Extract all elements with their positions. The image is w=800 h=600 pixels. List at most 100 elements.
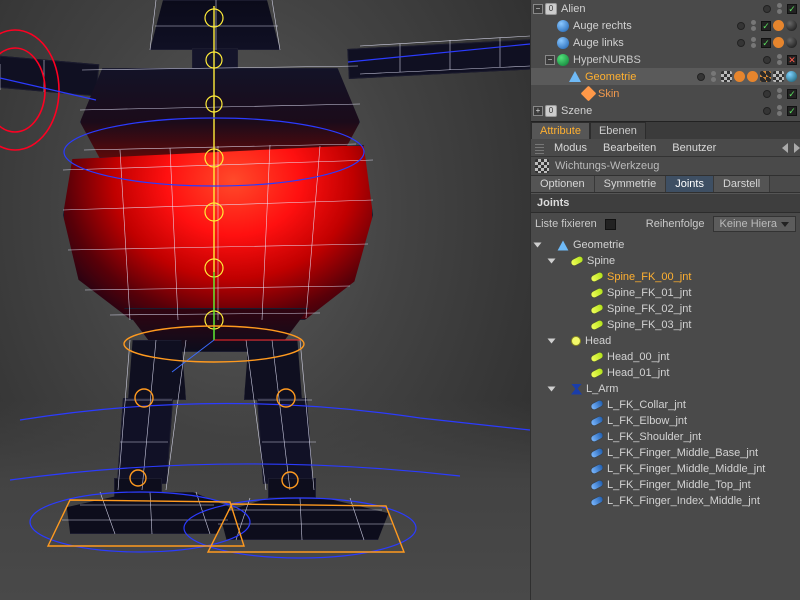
material-tag-icon[interactable] [786, 37, 797, 48]
tree-label: Head [585, 335, 611, 347]
disclosure-icon[interactable] [548, 339, 556, 344]
checkbox-liste-fixieren[interactable] [605, 219, 616, 230]
enable-checkbox[interactable]: ✓ [761, 38, 771, 48]
am-tool-header: Wichtungs-Werkzeug [531, 157, 800, 175]
layer-dot[interactable] [763, 56, 771, 64]
tree-group-larm[interactable]: L_Arm [533, 381, 800, 397]
tree-joint[interactable]: L_FK_Collar_jnt [533, 397, 800, 413]
texture-tag-icon[interactable] [760, 71, 771, 82]
object-manager[interactable]: − 0 Alien ✓ Auge rechts ✓ Auge [531, 0, 800, 121]
visibility-toggle[interactable] [773, 54, 785, 65]
menu-benutzer[interactable]: Benutzer [666, 142, 722, 154]
enable-checkbox[interactable]: ✓ [787, 106, 797, 116]
joints-options-row: Liste fixieren Reihenfolge Keine Hiera [531, 213, 800, 235]
history-forward-icon[interactable] [794, 143, 800, 153]
visibility-toggle[interactable] [747, 37, 759, 48]
tree-joint[interactable]: Spine_FK_00_jnt [533, 269, 800, 285]
disclosure-icon[interactable] [534, 243, 542, 248]
joint-icon [590, 432, 603, 443]
tag-icon[interactable] [747, 71, 758, 82]
visibility-toggle[interactable] [773, 105, 785, 116]
hypernurbs-icon [557, 54, 569, 66]
tree-joint[interactable]: Head_01_jnt [533, 365, 800, 381]
tree-group-spine[interactable]: Spine [533, 253, 800, 269]
menu-modus[interactable]: Modus [548, 142, 593, 154]
tag-icon[interactable] [773, 37, 784, 48]
om-item-alien[interactable]: − 0 Alien ✓ [531, 0, 800, 17]
tree-joint[interactable]: L_FK_Finger_Middle_Middle_jnt [533, 461, 800, 477]
subtab-darstellung[interactable]: Darstell [714, 176, 770, 192]
joint-icon [590, 496, 603, 507]
material-tag-icon[interactable] [786, 20, 797, 31]
joint-icon [590, 352, 603, 363]
tree-joint[interactable]: L_FK_Shoulder_jnt [533, 429, 800, 445]
weight-tool-icon [535, 159, 549, 173]
collapse-icon[interactable]: − [545, 55, 555, 65]
tree-label: Spine_FK_00_jnt [607, 271, 691, 283]
polygon-icon [558, 240, 569, 250]
layer-dot[interactable] [763, 90, 771, 98]
visibility-toggle[interactable] [747, 20, 759, 31]
om-label: Auge rechts [573, 20, 737, 32]
visibility-toggle[interactable] [773, 3, 785, 14]
tree-joint[interactable]: Spine_FK_02_jnt [533, 301, 800, 317]
tree-joint[interactable]: Spine_FK_01_jnt [533, 285, 800, 301]
layer-dot[interactable] [737, 22, 745, 30]
tag-icon[interactable] [773, 20, 784, 31]
tab-attribute[interactable]: Attribute [531, 122, 590, 139]
joints-tree[interactable]: Geometrie Spine Spine_FK_00_jnt Spine_FK… [531, 235, 800, 600]
om-item-auge-rechts[interactable]: Auge rechts ✓ [531, 17, 800, 34]
tree-joint[interactable]: Spine_FK_03_jnt [533, 317, 800, 333]
tree-root-geometrie[interactable]: Geometrie [533, 237, 800, 253]
uv-tag-icon[interactable] [721, 71, 732, 82]
tree-joint[interactable]: L_FK_Finger_Index_Middle_jnt [533, 493, 800, 509]
om-item-skin[interactable]: Skin ✓ [531, 85, 800, 102]
enable-checkbox[interactable]: ✓ [787, 89, 797, 99]
dropdown-reihenfolge[interactable]: Keine Hiera [713, 216, 796, 232]
tab-ebenen[interactable]: Ebenen [590, 122, 646, 139]
enable-checkbox[interactable]: ✓ [787, 4, 797, 14]
subtab-optionen[interactable]: Optionen [531, 176, 595, 192]
arm-icon [571, 384, 582, 395]
tag-icon[interactable] [734, 71, 745, 82]
enable-checkbox[interactable]: ✓ [761, 21, 771, 31]
tree-label: Spine_FK_03_jnt [607, 319, 691, 331]
subtab-joints[interactable]: Joints [666, 176, 714, 192]
expand-icon[interactable]: + [533, 106, 543, 116]
tree-label: L_FK_Elbow_jnt [607, 415, 687, 427]
disclosure-icon[interactable] [548, 259, 556, 264]
tree-group-head[interactable]: Head [533, 333, 800, 349]
layer-dot[interactable] [697, 73, 705, 81]
layer-dot[interactable] [763, 107, 771, 115]
joint-icon [590, 320, 603, 331]
joint-icon [590, 416, 603, 427]
history-back-icon[interactable] [782, 143, 788, 153]
om-item-hypernurbs[interactable]: − HyperNURBS ✕ [531, 51, 800, 68]
om-item-auge-links[interactable]: Auge links ✓ [531, 34, 800, 51]
uv-tag-icon[interactable] [773, 71, 784, 82]
om-label: Skin [598, 88, 763, 100]
viewport-3d[interactable] [0, 0, 530, 600]
subtab-symmetrie[interactable]: Symmetrie [595, 176, 667, 192]
joint-icon [590, 304, 603, 315]
menu-bearbeiten[interactable]: Bearbeiten [597, 142, 662, 154]
layer-dot[interactable] [737, 39, 745, 47]
visibility-toggle[interactable] [773, 88, 785, 99]
tree-joint[interactable]: Head_00_jnt [533, 349, 800, 365]
joint-icon [590, 272, 603, 283]
tree-joint[interactable]: L_FK_Finger_Middle_Top_jnt [533, 477, 800, 493]
tree-joint[interactable]: L_FK_Finger_Middle_Base_jnt [533, 445, 800, 461]
tree-joint[interactable]: L_FK_Elbow_jnt [533, 413, 800, 429]
om-label: Alien [561, 3, 763, 15]
joint-icon [590, 448, 603, 459]
enable-checkbox[interactable]: ✕ [787, 55, 797, 65]
disclosure-icon[interactable] [548, 387, 556, 392]
tag-icon[interactable] [786, 71, 797, 82]
om-item-geometrie[interactable]: Geometrie [531, 68, 800, 85]
layer-dot[interactable] [763, 5, 771, 13]
om-item-szene[interactable]: + 0 Szene ✓ [531, 102, 800, 119]
grip-icon[interactable] [535, 142, 544, 154]
visibility-toggle[interactable] [707, 71, 719, 82]
joint-icon [590, 368, 603, 379]
collapse-icon[interactable]: − [533, 4, 543, 14]
